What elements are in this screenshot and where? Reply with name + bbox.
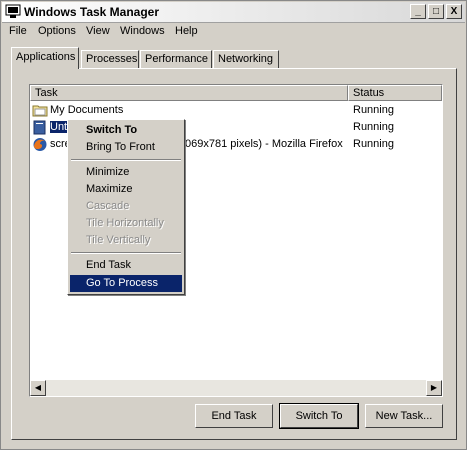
- task-name: My Documents: [50, 104, 124, 116]
- new-task-button[interactable]: New Task...: [365, 404, 443, 428]
- folder-icon: [32, 105, 48, 117]
- menu-item-go-to-process[interactable]: Go To Process: [70, 275, 182, 292]
- task-manager-window: Windows Task Manager _ □ X File Options …: [0, 0, 467, 450]
- context-menu: Switch To Bring To Front Minimize Maximi…: [67, 119, 185, 295]
- task-name-tail: 069x781 pixels) - Mozilla Firefox: [185, 138, 343, 150]
- task-status: Running: [353, 104, 394, 116]
- menu-help[interactable]: Help: [175, 25, 198, 37]
- close-button[interactable]: X: [446, 4, 462, 19]
- menu-item-tile-vertically: Tile Vertically: [86, 234, 151, 246]
- menu-item-tile-horizontally: Tile Horizontally: [86, 217, 164, 229]
- end-task-button[interactable]: End Task: [195, 404, 273, 428]
- column-header-status[interactable]: Status: [348, 85, 442, 101]
- horizontal-scrollbar[interactable]: ◀ ▶: [30, 380, 442, 396]
- menu-separator: [71, 252, 181, 254]
- title-bar[interactable]: Windows Task Manager _ □ X: [2, 2, 465, 23]
- tab-networking[interactable]: Networking: [213, 50, 279, 68]
- menu-bar: File Options View Windows Help: [2, 23, 465, 41]
- list-row[interactable]: My Documents Running: [30, 102, 442, 119]
- menu-view[interactable]: View: [86, 25, 110, 37]
- task-status: Running: [353, 121, 394, 133]
- menu-item-end-task[interactable]: End Task: [70, 257, 182, 274]
- scroll-right-icon[interactable]: ▶: [426, 380, 442, 396]
- task-status: Running: [353, 138, 394, 150]
- menu-windows[interactable]: Windows: [120, 25, 165, 37]
- task-manager-app-icon: [5, 4, 21, 18]
- switch-to-button[interactable]: Switch To: [279, 403, 359, 429]
- menu-item-maximize[interactable]: Maximize: [70, 181, 182, 198]
- tab-applications[interactable]: Applications: [11, 47, 79, 69]
- document-icon: [33, 120, 46, 135]
- minimize-button[interactable]: _: [410, 4, 426, 19]
- firefox-icon: [33, 138, 47, 151]
- menu-options[interactable]: Options: [38, 25, 76, 37]
- window-title: Windows Task Manager: [24, 5, 160, 19]
- menu-file[interactable]: File: [9, 25, 27, 37]
- column-header-task[interactable]: Task: [30, 85, 348, 101]
- menu-item-bring-to-front[interactable]: Bring To Front: [70, 139, 182, 156]
- menu-separator: [71, 159, 181, 161]
- menu-item-minimize[interactable]: Minimize: [70, 164, 182, 181]
- tab-processes[interactable]: Processes: [81, 50, 139, 68]
- list-header: Task Status: [30, 85, 442, 101]
- menu-item-switch-to[interactable]: Switch To: [70, 122, 182, 139]
- tab-performance[interactable]: Performance: [140, 50, 212, 68]
- scroll-left-icon[interactable]: ◀: [30, 380, 46, 396]
- menu-item-cascade: Cascade: [86, 200, 130, 212]
- maximize-button[interactable]: □: [428, 4, 444, 19]
- task-name: Unt: [48, 120, 69, 134]
